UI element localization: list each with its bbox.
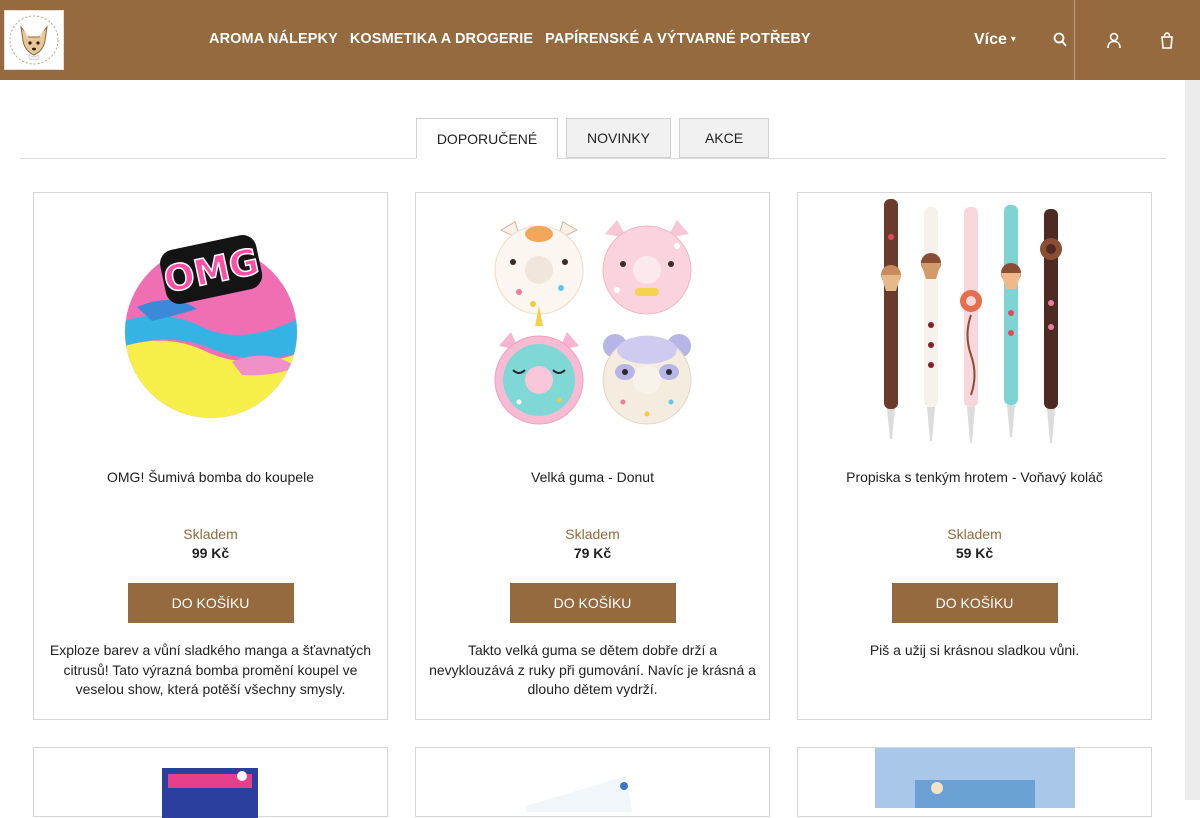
- search-icon[interactable]: [1053, 31, 1067, 49]
- more-label: Více: [974, 31, 1007, 48]
- fox-logo-icon: [9, 15, 59, 65]
- scrollbar-track[interactable]: [1185, 80, 1200, 800]
- main-nav: AROMA NÁLEPKY KOSMETIKA A DROGERIE PAPÍR…: [209, 31, 811, 47]
- product-card[interactable]: [415, 747, 770, 817]
- chevron-down-icon: ▾: [1010, 34, 1016, 45]
- product-image-pens[interactable]: [845, 197, 1104, 455]
- add-to-cart-button[interactable]: DO KOŠÍKU: [509, 583, 676, 623]
- product-name[interactable]: OMG! Šumivá bomba do koupele: [34, 469, 387, 485]
- product-card[interactable]: [33, 747, 388, 818]
- add-to-cart-button[interactable]: DO KOŠÍKU: [891, 583, 1058, 623]
- stock-status: Skladem: [183, 526, 238, 542]
- product-name[interactable]: Velká guma - Donut: [416, 469, 769, 485]
- logo[interactable]: [4, 10, 64, 70]
- product-card[interactable]: OMG OMG! Šumivá bomba do koupele Skladem…: [33, 192, 388, 720]
- product-card[interactable]: Velká guma - Donut Skladem 79 Kč DO KOŠÍ…: [415, 192, 770, 720]
- product-image[interactable]: [162, 768, 258, 818]
- product-image[interactable]: [875, 748, 1075, 808]
- product-image-donut-erasers[interactable]: [463, 197, 722, 455]
- nav-item-papirenske[interactable]: PAPÍRENSKÉ A VÝTVARNÉ POTŘEBY: [545, 31, 811, 47]
- cart-icon[interactable]: [1160, 31, 1174, 49]
- nav-item-kosmetika[interactable]: KOSMETIKA A DROGERIE: [350, 31, 533, 47]
- product-image-bath-bomb[interactable]: OMG: [81, 197, 340, 455]
- tab-doporucene[interactable]: DOPORUČENÉ: [416, 118, 558, 159]
- tab-akce[interactable]: AKCE: [679, 118, 769, 158]
- product-card[interactable]: [797, 747, 1152, 817]
- product-card[interactable]: Propiska s tenkým hrotem - Voňavý koláč …: [797, 192, 1152, 720]
- product-name[interactable]: Propiska s tenkým hrotem - Voňavý koláč: [798, 469, 1151, 485]
- product-price: 59 Kč: [955, 545, 994, 561]
- header-divider: [1074, 0, 1075, 80]
- product-description: Takto velká guma se dětem dobře drží a n…: [429, 642, 756, 697]
- product-description: Piš a užij si krásnou sladkou vůni.: [869, 642, 1080, 658]
- tabs-divider: [20, 158, 1166, 159]
- site-header: AROMA NÁLEPKY KOSMETIKA A DROGERIE PAPÍR…: [0, 0, 1200, 80]
- more-menu[interactable]: Více ▾: [974, 31, 1016, 49]
- stock-status: Skladem: [565, 526, 620, 542]
- product-price: 99 Kč: [191, 545, 230, 561]
- user-icon[interactable]: [1107, 31, 1121, 49]
- product-description: Exploze barev a vůní sladkého manga a šť…: [49, 642, 372, 697]
- tab-akce-label: AKCE: [704, 130, 744, 146]
- tab-novinky[interactable]: NOVINKY: [566, 118, 671, 158]
- stock-status: Skladem: [947, 526, 1002, 542]
- add-to-cart-button[interactable]: DO KOŠÍKU: [127, 583, 294, 623]
- nav-item-aroma-nalepky[interactable]: AROMA NÁLEPKY: [209, 31, 338, 47]
- product-price: 79 Kč: [573, 545, 612, 561]
- product-image[interactable]: [526, 772, 636, 812]
